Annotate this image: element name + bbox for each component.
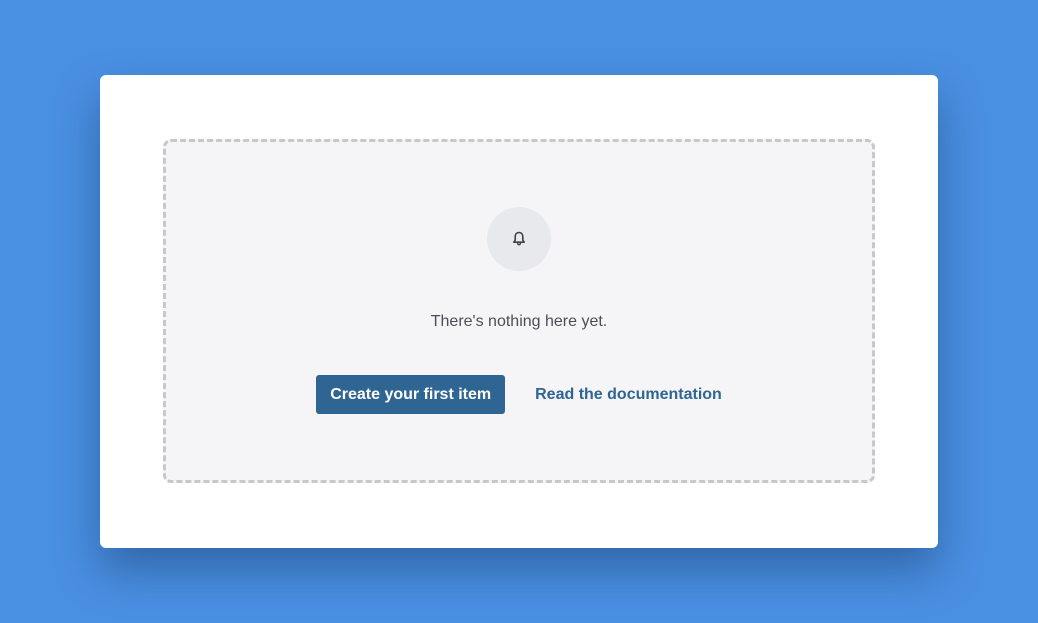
empty-state-dropzone: There's nothing here yet. Create your fi… bbox=[163, 139, 875, 483]
read-documentation-link[interactable]: Read the documentation bbox=[535, 386, 722, 404]
bell-icon bbox=[513, 231, 525, 246]
bell-icon-container bbox=[487, 207, 551, 271]
empty-state-actions: Create your first item Read the document… bbox=[166, 375, 872, 414]
empty-state-message: There's nothing here yet. bbox=[430, 313, 608, 330]
create-first-item-button[interactable]: Create your first item bbox=[316, 375, 506, 414]
empty-state-card: There's nothing here yet. Create your fi… bbox=[100, 75, 938, 548]
